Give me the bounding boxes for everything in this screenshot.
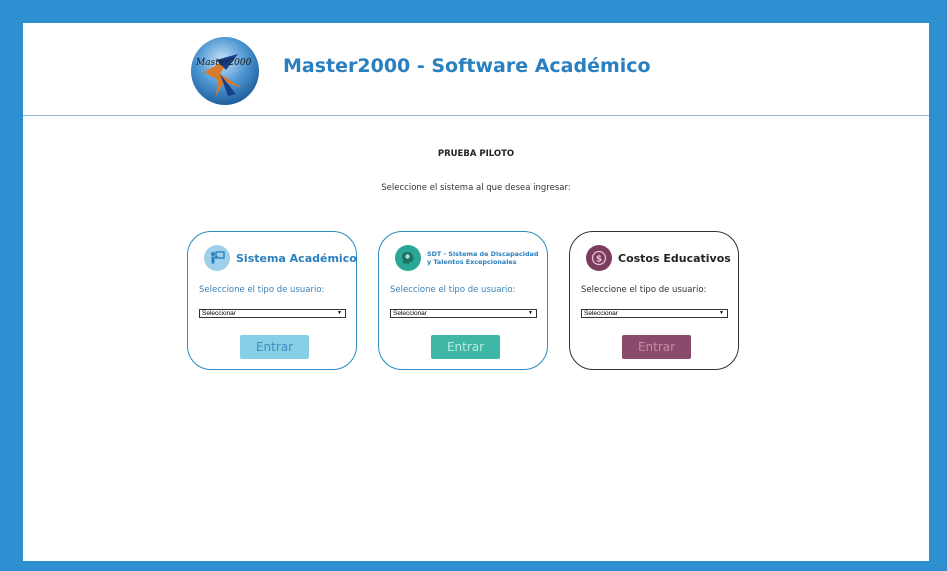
head-brain-icon: [395, 245, 421, 271]
card-title: SDT - Sistema de Discapacidad y Talentos…: [427, 250, 538, 266]
dropdown-arrow-icon: ▼: [337, 310, 342, 316]
user-type-select[interactable]: Seleccionar ▼: [581, 309, 728, 318]
enter-button[interactable]: Entrar: [622, 335, 691, 359]
instructions-text: Seleccione el sistema al que desea ingre…: [381, 183, 571, 193]
master2000-logo: Master2000: [190, 36, 260, 106]
user-type-select[interactable]: Seleccionar ▼: [199, 309, 346, 318]
select-value: Seleccionar: [393, 310, 427, 317]
header: Master2000 Master2000 - Software Académi…: [23, 23, 929, 116]
select-value: Seleccionar: [202, 310, 236, 317]
card-header: $ Costos Educativos: [586, 244, 731, 272]
enter-button[interactable]: Entrar: [240, 335, 309, 359]
card-title-line-2: y Talentos Excepcionales: [427, 258, 517, 266]
card-sdt: SDT - Sistema de Discapacidad y Talentos…: [378, 231, 548, 370]
svg-text:Master2000: Master2000: [195, 58, 252, 68]
card-title: Sistema Académico: [236, 251, 357, 265]
card-header: SDT - Sistema de Discapacidad y Talentos…: [395, 244, 539, 272]
main-page: Master2000 Master2000 - Software Académi…: [23, 23, 929, 561]
dropdown-arrow-icon: ▼: [719, 310, 724, 316]
card-costos-educativos: $ Costos Educativos Seleccione el tipo d…: [569, 231, 739, 370]
card-title: Costos Educativos: [618, 251, 731, 265]
page-subtitle: PRUEBA PILOTO: [437, 149, 515, 159]
card-header: Sistema Académico: [204, 244, 357, 272]
user-type-select[interactable]: Seleccionar ▼: [390, 309, 537, 318]
enter-button[interactable]: Entrar: [431, 335, 500, 359]
card-title-line-1: SDT - Sistema de Discapacidad: [427, 250, 539, 258]
user-type-label: Seleccione el tipo de usuario:: [199, 285, 325, 295]
teacher-board-icon: [204, 245, 230, 271]
dollar-coin-icon: $: [586, 245, 612, 271]
app-title: Master2000 - Software Académico: [283, 55, 651, 77]
select-value: Seleccionar: [584, 310, 618, 317]
dropdown-arrow-icon: ▼: [528, 310, 533, 316]
svg-text:$: $: [596, 255, 602, 265]
user-type-label: Seleccione el tipo de usuario:: [581, 285, 707, 295]
card-sistema-academico: Sistema Académico Seleccione el tipo de …: [187, 231, 357, 370]
user-type-label: Seleccione el tipo de usuario:: [390, 285, 516, 295]
